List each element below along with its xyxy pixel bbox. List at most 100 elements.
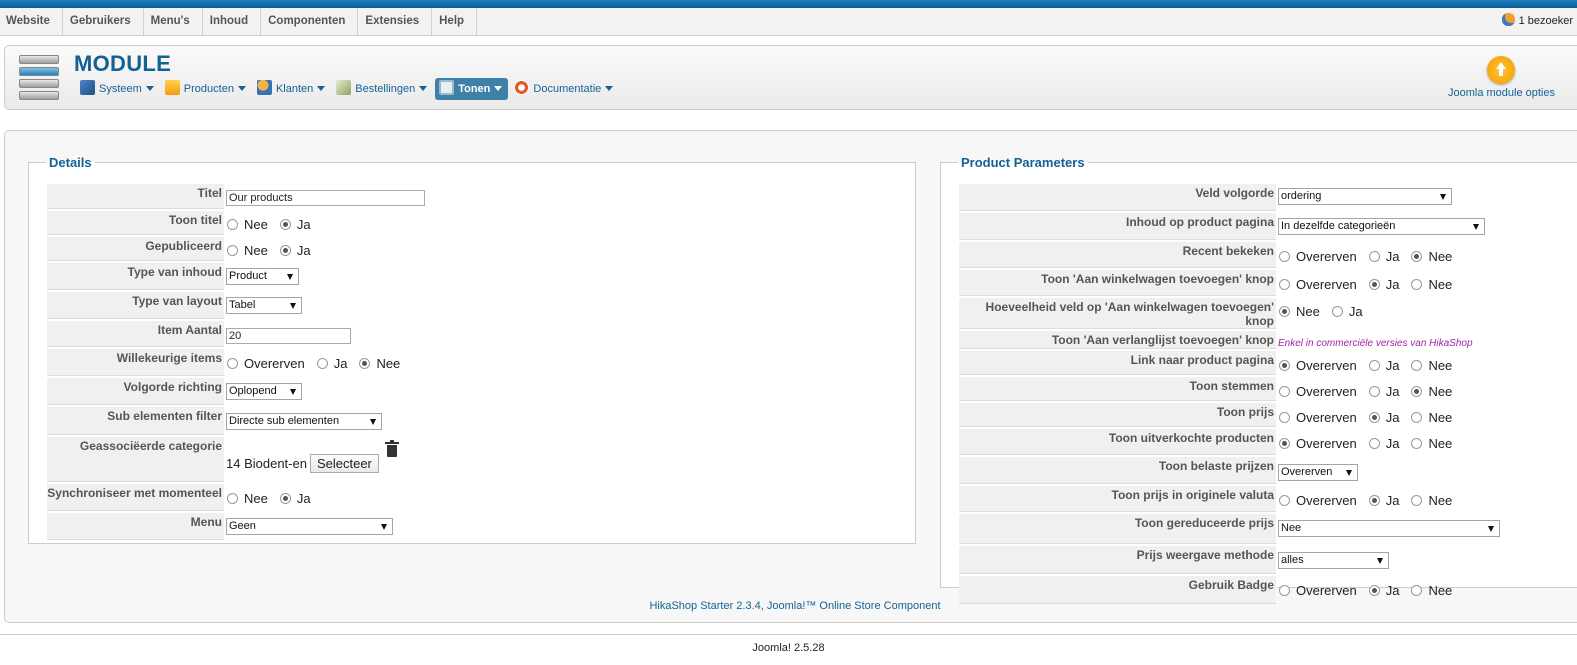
tools-icon — [80, 80, 95, 95]
menu-gebruikers[interactable]: Gebruikers — [63, 8, 144, 36]
badge-overerven-radio[interactable] — [1279, 585, 1290, 596]
type-layout-select[interactable]: Tabel — [226, 297, 302, 314]
uitverkocht-ja-radio[interactable] — [1368, 438, 1380, 449]
submenu-klanten[interactable]: Klanten — [254, 78, 330, 100]
details-fieldset: Details Titel Toon titel Nee Ja Gepublicee… — [28, 155, 916, 544]
willekeurig-overerven-radio[interactable] — [227, 358, 238, 369]
sub-filter-select[interactable]: Directe sub elementen — [226, 413, 382, 430]
submenu-label: Documentatie — [533, 83, 602, 95]
component-footer[interactable]: HikaShop Starter 2.3.4, Joomla!™ Online … — [5, 600, 1577, 612]
submenu-label: Systeem — [99, 83, 142, 95]
page-title: MODULE — [74, 51, 172, 76]
label-titel: Titel — [47, 184, 225, 209]
menu-menus[interactable]: Menu's — [144, 8, 203, 36]
menu-componenten[interactable]: Componenten — [261, 8, 359, 36]
weergave-select[interactable]: alles — [1278, 552, 1389, 569]
recent-overerven-radio[interactable] — [1279, 251, 1290, 262]
prijs-nee-radio[interactable] — [1411, 412, 1423, 423]
label-type-inhoud: Type van inhoud — [47, 263, 225, 290]
label-inhoud-pagina: Inhoud op product pagina — [959, 213, 1277, 240]
toon-titel-nee-radio[interactable] — [227, 219, 238, 230]
radio-label: Nee — [1428, 384, 1453, 399]
uitverkocht-overerven-radio[interactable] — [1279, 438, 1290, 449]
gepubliceerd-ja-radio[interactable] — [279, 245, 291, 256]
sync-nee-radio[interactable] — [227, 493, 238, 504]
menu-website[interactable]: Website — [0, 8, 63, 36]
label-weergave: Prijs weergave methode — [959, 546, 1277, 574]
radio-label: Overerven — [1296, 384, 1357, 399]
label-gepubliceerd: Gepubliceerd — [47, 237, 225, 261]
titel-input[interactable] — [226, 190, 425, 206]
recent-ja-radio[interactable] — [1368, 251, 1380, 262]
submenu-documentatie[interactable]: Documentatie — [511, 78, 618, 100]
submenu-producten[interactable]: Producten — [162, 78, 251, 100]
submenu-bestellingen[interactable]: Bestellingen — [333, 78, 432, 100]
valuta-ja-radio[interactable] — [1368, 495, 1380, 506]
stemmen-ja-radio[interactable] — [1368, 386, 1380, 397]
veld-volgorde-select[interactable]: ordering — [1278, 188, 1452, 205]
link-ja-radio[interactable] — [1368, 360, 1380, 371]
hoeveelheid-nee-radio[interactable] — [1279, 306, 1290, 317]
stemmen-overerven-radio[interactable] — [1279, 386, 1290, 397]
menu-extensies[interactable]: Extensies — [358, 8, 433, 36]
hoeveelheid-ja-radio[interactable] — [1331, 306, 1343, 317]
valuta-overerven-radio[interactable] — [1279, 495, 1290, 506]
submenu-label: Bestellingen — [355, 83, 416, 95]
uitverkocht-nee-radio[interactable] — [1411, 438, 1423, 449]
toon-titel-ja-radio[interactable] — [279, 219, 291, 230]
label-menu: Menu — [47, 513, 225, 540]
label-item-aantal: Item Aantal — [47, 321, 225, 347]
belaste-select[interactable]: Overerven — [1278, 464, 1358, 481]
admin-menubar: Website Gebruikers Menu's Inhoud Compone… — [0, 8, 1577, 36]
radio-label: Overerven — [1296, 436, 1357, 451]
joomla-module-options-button[interactable]: Joomla module opties — [1448, 56, 1555, 99]
submenu-systeem[interactable]: Systeem — [77, 78, 159, 100]
label-recent: Recent bekeken — [959, 242, 1277, 268]
submenu-label: Producten — [183, 83, 234, 95]
badge-nee-radio[interactable] — [1411, 585, 1423, 596]
stemmen-nee-radio[interactable] — [1411, 386, 1423, 397]
badge-ja-radio[interactable] — [1368, 585, 1380, 596]
radio-label: Nee — [1428, 249, 1453, 264]
version-footer: Joomla! 2.5.28 — [0, 634, 1577, 665]
display-icon — [439, 80, 455, 95]
radio-label: Ja — [1385, 249, 1400, 264]
radio-label: Ja — [1348, 304, 1363, 319]
radio-label: Ja — [1385, 277, 1400, 292]
menu-select[interactable]: Geen — [226, 518, 393, 535]
valuta-nee-radio[interactable] — [1411, 495, 1423, 506]
lifebuoy-icon — [514, 80, 530, 95]
label-belaste: Toon belaste prijzen — [959, 457, 1277, 484]
menu-inhoud[interactable]: Inhoud — [203, 8, 262, 36]
item-aantal-input[interactable] — [226, 328, 351, 344]
recent-nee-radio[interactable] — [1411, 251, 1423, 262]
volgorde-select[interactable]: Oplopend — [226, 383, 302, 400]
inhoud-pagina-select[interactable]: In dezelfde categorieën — [1278, 218, 1485, 235]
radio-label: Overerven — [1296, 277, 1357, 292]
chevron-down-icon — [317, 86, 326, 91]
type-inhoud-select[interactable]: Product — [226, 268, 299, 285]
winkelwagen-nee-radio[interactable] — [1411, 279, 1423, 290]
label-sync: Synchroniseer met momenteel — [47, 484, 225, 511]
willekeurig-ja-radio[interactable] — [316, 358, 328, 369]
prijs-overerven-radio[interactable] — [1279, 412, 1290, 423]
menu-help[interactable]: Help — [432, 8, 478, 36]
sync-ja-radio[interactable] — [279, 493, 291, 504]
willekeurig-nee-radio[interactable] — [359, 358, 371, 369]
winkelwagen-overerven-radio[interactable] — [1279, 279, 1290, 290]
chevron-down-icon — [494, 86, 503, 91]
submenu-tonen[interactable]: Tonen — [435, 78, 509, 100]
radio-label: Ja — [1385, 436, 1400, 451]
selecteer-button[interactable]: Selecteer — [309, 454, 379, 473]
gepubliceerd-nee-radio[interactable] — [227, 245, 238, 256]
winkelwagen-ja-radio[interactable] — [1368, 279, 1380, 290]
categorie-value: 14 Biodent-en — [226, 456, 307, 471]
gereduceerd-select[interactable]: Nee — [1278, 520, 1500, 537]
radio-label: Ja — [1385, 410, 1400, 425]
link-overerven-radio[interactable] — [1279, 360, 1290, 371]
link-nee-radio[interactable] — [1411, 360, 1423, 371]
label-volgorde: Volgorde richting — [47, 378, 225, 405]
prijs-ja-radio[interactable] — [1368, 412, 1380, 423]
hikashop-submenu: Systeem Producten Klanten Bestellingen T… — [77, 78, 621, 100]
trash-icon[interactable] — [384, 440, 399, 457]
